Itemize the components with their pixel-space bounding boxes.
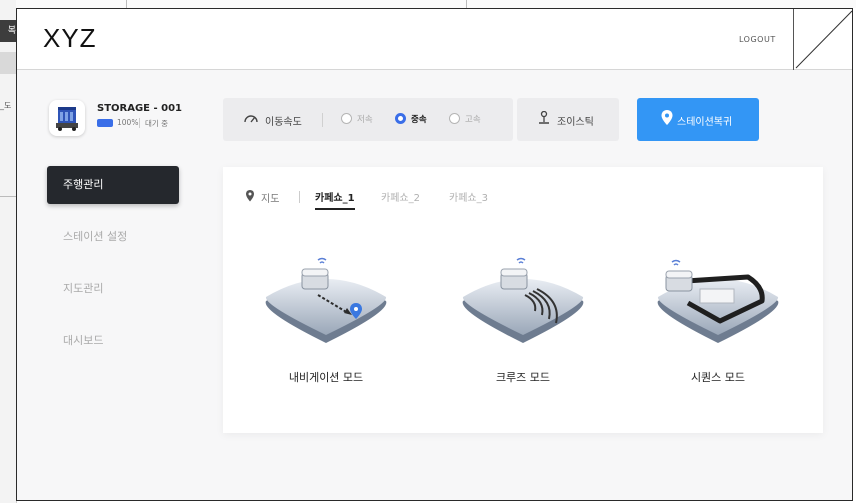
- sidebar-item-dashboard[interactable]: 대시보드: [47, 322, 179, 360]
- station-return-label: 스테이션복귀: [677, 117, 733, 128]
- map-tab-3[interactable]: 카페쇼_3: [449, 189, 488, 208]
- map-tab-1[interactable]: 카페쇼_1: [315, 189, 355, 210]
- cruise-mode-card[interactable]: 크루즈 모드: [448, 251, 598, 401]
- joystick-label: 조이스틱: [557, 117, 594, 128]
- battery-icon: [97, 119, 113, 127]
- sidebar-item-map-management[interactable]: 지도관리: [47, 270, 179, 308]
- radio-button[interactable]: [449, 113, 460, 124]
- sidebar-nav: 주행관리 스테이션 설정 지도관리 대시보드: [47, 166, 179, 374]
- speed-option-label: 저속: [357, 115, 373, 125]
- sequence-mode-card[interactable]: 시퀀스 모드: [643, 251, 793, 401]
- device-name: STORAGE - 001: [97, 103, 182, 114]
- app-header: XYZ LOGOUT: [17, 9, 852, 70]
- header-corner-decoration: [793, 9, 852, 70]
- mode-panel: 지도 카페쇼_1 카페쇼_2 카페쇼_3 내비게이션 모드 크루즈 모드 시퀀스…: [223, 167, 823, 433]
- background-window: 복 _도: [0, 0, 17, 503]
- speed-gauge-icon: [243, 112, 259, 127]
- map-pin-icon: [246, 190, 254, 202]
- map-label-text: 지도: [261, 194, 280, 205]
- sidebar-item-driving[interactable]: 주행관리: [47, 166, 179, 204]
- radio-button[interactable]: [341, 113, 352, 124]
- background-fragment: 복: [0, 20, 16, 42]
- mode-label: 크루즈 모드: [495, 371, 551, 384]
- navigation-mode-card[interactable]: 내비게이션 모드: [251, 251, 401, 401]
- location-pin-icon: [660, 109, 674, 127]
- joystick-button[interactable]: 조이스틱: [517, 98, 619, 141]
- device-status: 대기 중: [145, 119, 169, 128]
- device-info: STORAGE - 001 100% 대기 중: [49, 100, 189, 140]
- battery-percent: 100%: [117, 118, 139, 127]
- navigation-mode-icon: [265, 257, 387, 343]
- radio-button[interactable]: [395, 113, 406, 124]
- joystick-icon: [538, 110, 550, 128]
- logout-button[interactable]: LOGOUT: [739, 35, 776, 44]
- background-fragment-bar: [0, 52, 16, 74]
- speed-option-label: 고속: [465, 115, 481, 125]
- station-return-button[interactable]: 스테이션복귀: [637, 98, 759, 141]
- speed-selector: 이동속도 저속 중속 고속: [223, 98, 513, 141]
- app-window: XYZ LOGOUT STORAGE - 001 100% 대기 중 주행관리: [16, 8, 853, 501]
- background-divider: [0, 196, 16, 197]
- app-logo: XYZ: [43, 23, 97, 53]
- map-tab-2[interactable]: 카페쇼_2: [381, 189, 420, 208]
- device-divider: [139, 118, 140, 128]
- robot-thumbnail: [49, 100, 85, 136]
- background-top-strip: [16, 0, 856, 8]
- speed-label: 이동속도: [265, 117, 302, 128]
- speed-option-label: 중속: [411, 115, 427, 125]
- background-fragment-text: _도: [0, 101, 12, 110]
- sequence-mode-icon: [657, 259, 779, 343]
- sidebar-item-station-settings[interactable]: 스테이션 설정: [47, 218, 179, 256]
- mode-label: 내비게이션 모드: [288, 371, 364, 384]
- mode-label: 시퀀스 모드: [690, 371, 746, 384]
- cruise-mode-icon: [462, 257, 584, 343]
